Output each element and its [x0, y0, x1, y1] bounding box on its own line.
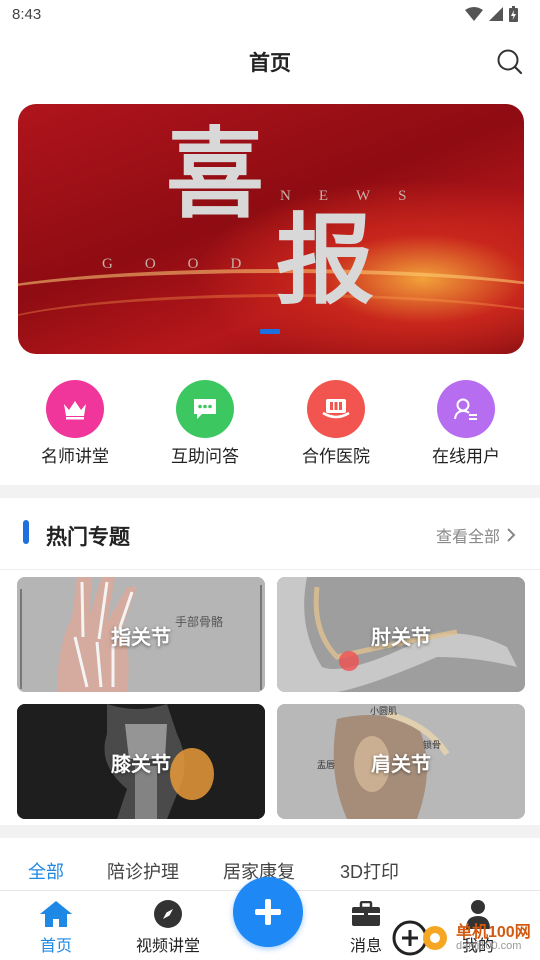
topic-card-label: 肘关节 [371, 627, 431, 649]
quick-nav-label: 名师讲堂 [41, 447, 109, 466]
promo-banner[interactable]: 喜 NEWS GOOD 报 [18, 104, 524, 354]
tab-3d-printing[interactable]: 3D打印 [340, 858, 399, 884]
topic-card-label: 指关节 [111, 627, 171, 649]
crown-icon [64, 401, 86, 420]
view-all-label: 查看全部 [435, 529, 500, 546]
quick-nav-item-online-users[interactable]: 在线用户 [401, 380, 531, 467]
status-icons [465, 6, 518, 22]
quick-nav-circle [307, 380, 365, 438]
page-title: 首页 [249, 52, 291, 75]
banner-title-char-2: 报 [276, 203, 375, 318]
bottom-nav-home[interactable]: 首页 [6, 899, 106, 956]
home-icon [40, 901, 72, 927]
tab-escort-care[interactable]: 陪诊护理 [107, 858, 179, 884]
topic-card-label: 膝关节 [111, 754, 171, 776]
watermark-text: 单机100网 [456, 924, 531, 941]
search-button[interactable] [496, 48, 524, 76]
topic-card-finger-joint[interactable]: 手部骨骼 指关节 [17, 577, 265, 692]
banner-swoosh-secondary [18, 294, 524, 354]
topic-card-elbow-joint[interactable]: 肘关节 [277, 577, 525, 692]
hot-topics-header: 热门专题 查看全部 [0, 498, 540, 570]
bottom-nav-video[interactable]: 视频讲堂 [118, 899, 218, 956]
watermark: 单机100网 danji100.com [390, 914, 540, 960]
quick-nav-item-teachers[interactable]: 名师讲堂 [10, 380, 140, 467]
status-bar: 8:43 [0, 0, 540, 32]
search-icon [497, 49, 523, 75]
topic-card-label: 肩关节 [371, 754, 431, 776]
section-accent-bar [23, 520, 29, 544]
watermark-sub: danji100.com [456, 940, 522, 952]
user-list-icon [454, 398, 477, 420]
card-inner-caption: 小圆肌 [370, 706, 398, 716]
banner-page-indicator[interactable] [260, 329, 280, 334]
quick-nav-label: 互助问答 [171, 447, 239, 466]
view-all-link[interactable]: 查看全部 [436, 523, 516, 547]
app-header: 首页 [0, 32, 540, 90]
quick-nav-circle [437, 380, 495, 438]
hot-topics-title: 热门专题 [46, 526, 130, 549]
publish-fab-button[interactable] [233, 877, 303, 947]
wifi-icon [465, 7, 483, 21]
topic-card-shoulder-joint[interactable]: 小圆肌 盂唇 锁骨 肩关节 [277, 704, 525, 819]
plus-icon [255, 899, 281, 925]
quick-nav-circle [46, 380, 104, 438]
compass-icon [154, 900, 182, 928]
quick-nav: 名师讲堂 互助问答 合作医院 在线用户 [0, 380, 540, 470]
bottom-nav-label: 首页 [39, 938, 72, 955]
quick-nav-circle [176, 380, 234, 438]
chevron-right-icon [507, 528, 516, 542]
topic-card-knee-joint[interactable]: 膝关节 [17, 704, 265, 819]
signal-icon [489, 7, 503, 21]
hot-topics-section: 热门专题 查看全部 手部骨骼 指关节 肘关节 膝关节 小圆肌 盂唇 锁骨 肩关节 [0, 498, 540, 825]
top-section: 喜 NEWS GOOD 报 名师讲堂 互助问答 合作医院 在线用户 [0, 90, 540, 485]
banner-word-good: GOOD [102, 256, 274, 272]
status-time: 8:43 [12, 6, 42, 23]
watermark-logo-icon [392, 920, 447, 956]
banner-title-char-1: 喜 [166, 117, 265, 232]
chat-bubble-icon [194, 399, 216, 419]
briefcase-icon [352, 901, 380, 926]
tab-all[interactable]: 全部 [28, 858, 64, 884]
quick-nav-item-hospitals[interactable]: 合作医院 [271, 380, 401, 467]
battery-icon [509, 6, 518, 22]
quick-nav-label: 在线用户 [432, 447, 500, 466]
quick-nav-item-qa[interactable]: 互助问答 [140, 380, 270, 467]
bottom-nav-label: 视频讲堂 [135, 938, 200, 955]
hospital-icon [322, 399, 350, 419]
quick-nav-label: 合作医院 [302, 447, 370, 466]
